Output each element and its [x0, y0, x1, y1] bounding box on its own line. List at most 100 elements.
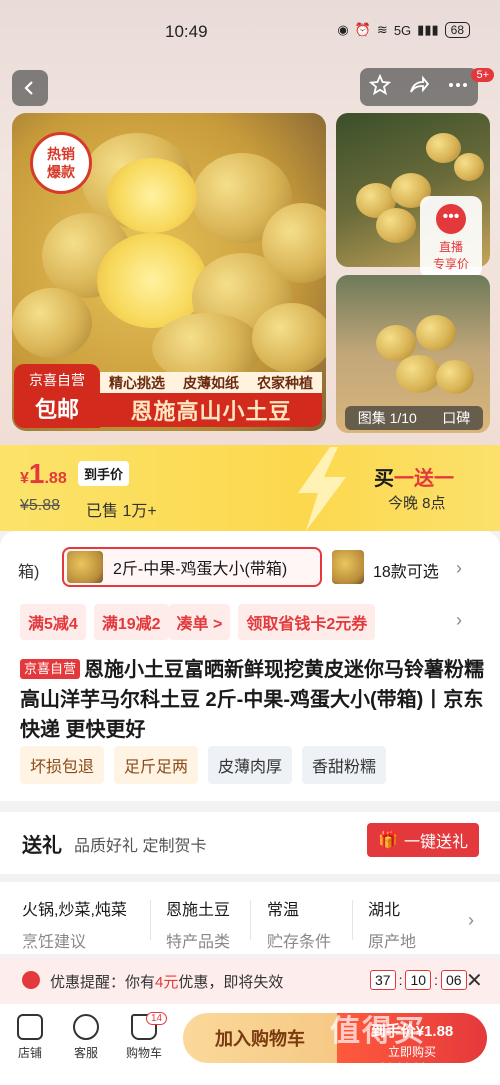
status-icons: ◉ ⏰ ≋ 5G ▮▮▮ 68: [337, 22, 470, 38]
potato-shape: [376, 208, 416, 243]
hot-seller-badge: 热销 爆款: [30, 132, 92, 194]
live-stream-button[interactable]: ••• 直播 专享价: [420, 196, 482, 278]
chevron-right-icon[interactable]: ›: [456, 558, 462, 579]
cart-label: 购物车: [125, 1046, 162, 1060]
price-main: ¥1.88: [20, 458, 67, 489]
coupon-item[interactable]: 满19减2: [93, 604, 169, 640]
live-icon: •••: [436, 204, 466, 234]
send-gift-button[interactable]: 🎁 一键送礼: [367, 823, 479, 857]
service-tag: 香甜粉糯: [302, 746, 387, 784]
timer-hours: 37: [370, 970, 396, 990]
potato-shape: [436, 360, 474, 394]
add-to-cart-button[interactable]: 加入购物车: [183, 1013, 337, 1063]
watermark-url: zhizhizhi.com: [375, 1060, 454, 1075]
potato-shape: [252, 303, 326, 373]
alarm-icon: ⏰: [354, 22, 371, 37]
service-tag: 足斤足两: [114, 746, 199, 784]
potato-shape: [396, 355, 441, 393]
coupon-item[interactable]: 满5减4: [20, 604, 86, 640]
promo-time: 今晚 8点: [388, 495, 446, 512]
variant-more[interactable]: 18款可选: [373, 558, 439, 582]
wifi-icon: ≋: [376, 22, 388, 37]
service-button[interactable]: 客服: [64, 1014, 108, 1061]
divider: [250, 900, 251, 940]
banner-title: 恩施高山小土豆: [100, 393, 322, 427]
send-gift-label: 一键送礼: [403, 834, 468, 851]
gallery-counter[interactable]: 图集 1/10 口碑: [345, 406, 483, 430]
reputation-label: 口碑: [442, 410, 471, 426]
variant-thumbnail[interactable]: [332, 550, 364, 584]
clock-icon: [22, 971, 40, 989]
nav-actions: [360, 68, 478, 106]
service-tag: 坏损包退: [20, 746, 105, 784]
timer-minutes: 10: [405, 970, 432, 990]
attribute-item: 湖北 原产地: [368, 902, 417, 951]
feature-strip: 精心挑选 皮薄如纸 农家种植: [100, 372, 322, 394]
attribute-item: 常温 贮存条件: [267, 902, 332, 951]
store-label: 店铺: [17, 1046, 42, 1060]
status-bar: 10:49 ◉ ⏰ ≋ 5G ▮▮▮ 68: [0, 0, 500, 64]
cart-count-badge: 14: [146, 1012, 168, 1025]
sold-count: 已售 1万+: [86, 503, 157, 520]
store-icon: [17, 1014, 43, 1040]
more-button[interactable]: [447, 74, 469, 101]
close-icon[interactable]: ✕: [466, 968, 483, 993]
divider: [352, 900, 353, 940]
share-button[interactable]: [408, 74, 430, 101]
buy-one-get-one: 买一送一: [374, 468, 454, 490]
product-title: 京喜自营 恩施小土豆富晒新鲜现挖黄皮迷你马铃薯粉糯高山洋芋马尔科土豆 2斤-中果-…: [20, 655, 484, 745]
gift-subtitle: 品质好礼 定制贺卡: [74, 838, 207, 855]
network-label: 5G: [393, 22, 412, 38]
watermark: 值得买: [330, 1015, 426, 1048]
product-title-text: 恩施小土豆富晒新鲜现挖黄皮迷你马铃薯粉糯高山洋芋马尔科土豆 2斤-中果-鸡蛋大小…: [20, 659, 485, 741]
live-label: 直播: [438, 240, 463, 254]
variant-label: 2斤-中果-鸡蛋大小(带箱): [113, 561, 288, 578]
status-time: 10:49: [165, 22, 208, 41]
share-icon: [410, 75, 430, 92]
battery-indicator: 68: [444, 22, 470, 38]
star-icon: [368, 73, 391, 95]
divider: [150, 900, 151, 940]
gift-icon: 🎁: [378, 832, 398, 849]
coupon-item[interactable]: 领取省钱卡2元券: [238, 604, 376, 640]
final-price-tag: 到手价: [78, 461, 130, 486]
coupon-row: 满5减4 满19减2 凑单 > 领取省钱卡2元券: [20, 604, 376, 640]
feature-label: 精心挑选: [109, 377, 165, 392]
message-badge: 5+: [471, 68, 494, 82]
coupon-item[interactable]: 凑单 >: [168, 604, 231, 640]
signal-icon: ▮▮▮: [417, 22, 439, 37]
free-shipping-label: 包邮: [34, 397, 79, 422]
gallery-count-label: 图集 1/10: [357, 410, 417, 426]
original-price: ¥5.88: [20, 497, 61, 514]
favorite-button[interactable]: [368, 73, 391, 101]
variant-partial[interactable]: 箱): [18, 558, 39, 582]
chevron-right-icon[interactable]: ›: [468, 910, 474, 931]
back-button[interactable]: [12, 70, 48, 106]
gift-title: 送礼: [22, 835, 62, 857]
variant-selected[interactable]: 2斤-中果-鸡蛋大小(带箱): [62, 547, 322, 587]
more-icon: [449, 82, 468, 87]
jx-label: 京喜自营: [29, 372, 85, 388]
potato-shape: [12, 288, 92, 358]
attribute-item: 火锅,炒菜,炖菜 烹饪建议: [22, 902, 127, 951]
store-button[interactable]: 店铺: [8, 1014, 52, 1061]
timer-seconds: 06: [440, 970, 467, 990]
variant-thumbnail: [67, 551, 103, 583]
jx-self-run-badge: 京喜自营: [20, 659, 81, 679]
live-price-label: 专享价: [432, 257, 469, 271]
eye-icon: ◉: [337, 22, 349, 37]
cut-potato-shape: [107, 158, 197, 233]
feature-label: 皮薄如纸: [183, 377, 239, 392]
service-label: 客服: [73, 1046, 98, 1060]
service-tags: 坏损包退 足斤足两 皮薄肉厚 香甜粉糯: [20, 746, 387, 784]
service-tag: 皮薄肉厚: [208, 746, 293, 784]
potato-shape: [416, 315, 456, 351]
jx-free-shipping-badge: 京喜自营 包邮: [14, 364, 100, 428]
countdown-timer: 37: 10: 06: [370, 970, 467, 990]
chevron-right-icon[interactable]: ›: [456, 610, 462, 631]
reminder-text: 优惠提醒：你有4元优惠，即将失效: [50, 974, 284, 991]
lightning-icon: [298, 447, 346, 531]
potato-shape: [454, 153, 484, 181]
chevron-left-icon: [24, 81, 33, 95]
attribute-item: 恩施土豆 特产品类: [166, 902, 231, 951]
